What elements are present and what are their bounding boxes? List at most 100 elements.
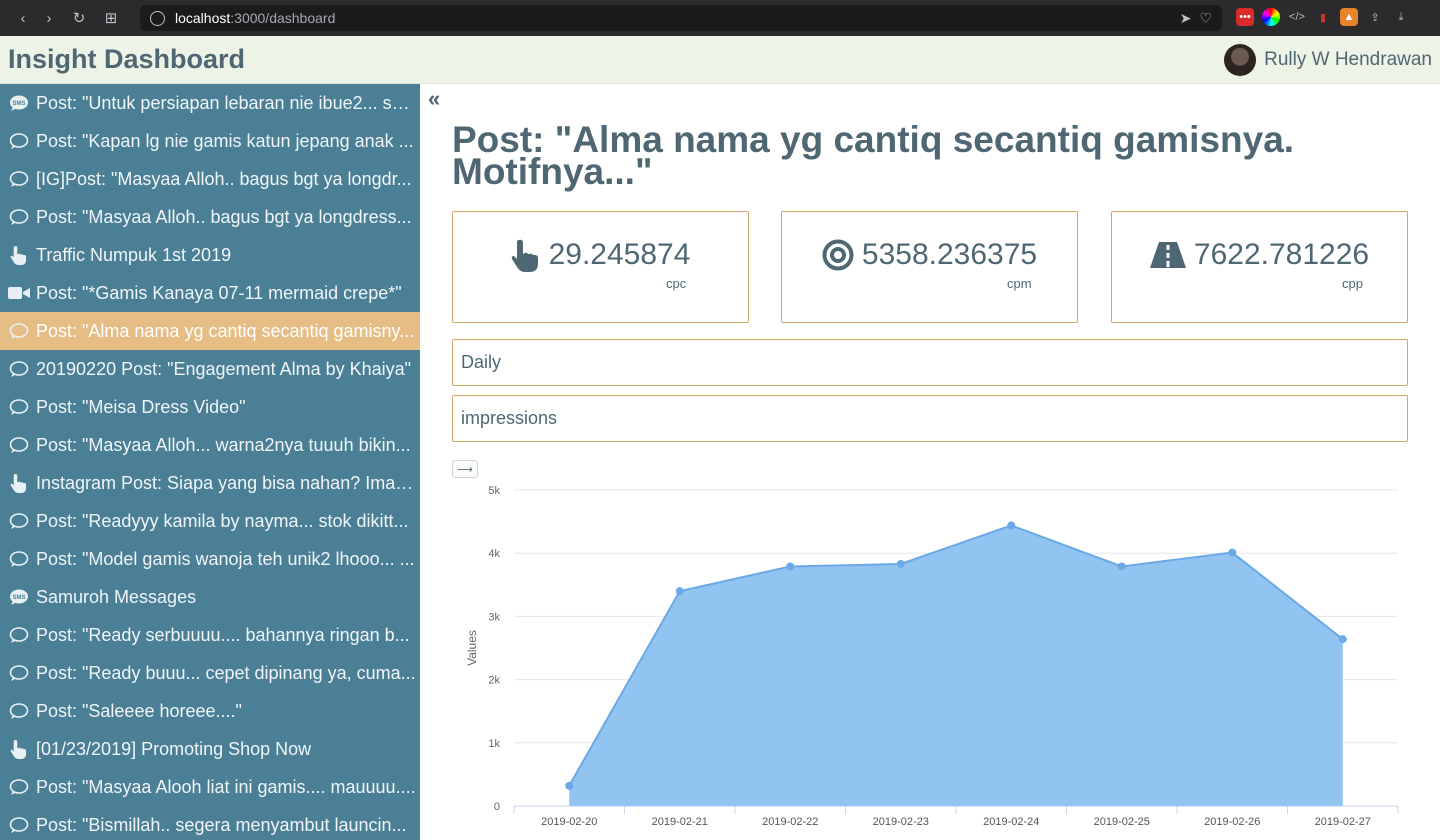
color-wheel-icon[interactable] bbox=[1262, 8, 1280, 26]
x-tick-label: 2019-02-24 bbox=[983, 816, 1039, 828]
y-tick-label: 2k bbox=[488, 675, 500, 687]
comment-icon bbox=[8, 664, 30, 682]
sidebar-item-label: Post: "Kapan lg nie gamis katun jepang a… bbox=[36, 130, 414, 151]
heart-icon[interactable]: ♡ bbox=[1199, 10, 1212, 27]
sidebar-item[interactable]: Post: "*Gamis Kanaya 07-11 mermaid crepe… bbox=[0, 274, 420, 312]
chart-toggle-button[interactable]: ⟶ bbox=[452, 460, 478, 478]
download-icon[interactable]: ⤓ bbox=[1392, 8, 1410, 26]
data-point[interactable] bbox=[675, 587, 684, 596]
app-title[interactable]: Insight Dashboard bbox=[8, 44, 245, 75]
sidebar-item-label: Post: "Saleeee horeee...." bbox=[36, 700, 242, 721]
metric-value-cpp: 7622.781226 bbox=[1193, 238, 1370, 271]
pointer-hand-icon bbox=[511, 239, 538, 272]
collapse-sidebar-icon[interactable]: « bbox=[428, 86, 440, 112]
sidebar-item[interactable]: Post: "Masyaa Alooh liat ini gamis.... m… bbox=[0, 768, 420, 806]
sidebar-item-label: Traffic Numpuk 1st 2019 bbox=[36, 244, 232, 265]
comment-icon bbox=[8, 170, 30, 188]
x-tick-label: 2019-02-20 bbox=[541, 816, 597, 828]
sidebar-item-label: Post: "Model gamis wanoja teh unik2 lhoo… bbox=[36, 548, 415, 569]
metric-value-cpm: 5358.236375 bbox=[861, 238, 1038, 271]
sidebar-item-label: Post: "*Gamis Kanaya 07-11 mermaid crepe… bbox=[36, 282, 402, 303]
sidebar-item[interactable]: SMS Post: "Untuk persiapan lebaran nie ib… bbox=[0, 84, 420, 122]
sidebar-item-label: Post: "Alma nama yg cantiq secantiq gami… bbox=[36, 320, 415, 341]
sidebar-item[interactable]: Post: "Ready buuu... cepet dipinang ya, … bbox=[0, 654, 420, 692]
metric-card-cpp: 7622.781226 cpp bbox=[1111, 211, 1408, 323]
x-tick-label: 2019-02-21 bbox=[652, 816, 708, 828]
page-title: Post: "Alma nama yg cantiq secantiq gami… bbox=[452, 119, 1295, 192]
comment-icon bbox=[8, 550, 30, 568]
metric-card-cpc: 29.245874 cpc bbox=[452, 211, 749, 323]
sidebar-item[interactable]: Post: "Alma nama yg cantiq secantiq gami… bbox=[0, 312, 420, 350]
app-header: Insight Dashboard Rully W Hendrawan bbox=[0, 36, 1440, 84]
bullseye-icon bbox=[822, 239, 854, 271]
sidebar-item-label: Post: "Ready serbuuuu.... bahannya ringa… bbox=[36, 624, 410, 645]
avatar[interactable] bbox=[1224, 44, 1257, 76]
y-tick-label: 4k bbox=[488, 548, 500, 560]
url-path: :3000/dashboard bbox=[230, 10, 336, 26]
svg-text:SMS: SMS bbox=[12, 101, 25, 107]
data-point[interactable] bbox=[1338, 635, 1347, 644]
tabs-grid-icon[interactable]: ⊞ bbox=[98, 5, 124, 31]
send-icon[interactable]: ➤ bbox=[1180, 10, 1192, 27]
globe-icon bbox=[150, 10, 165, 26]
back-icon[interactable]: ‹ bbox=[10, 5, 36, 31]
sidebar-item[interactable]: SMS Samuroh Messages bbox=[0, 578, 420, 616]
data-point[interactable] bbox=[1117, 562, 1126, 571]
sms-icon: SMS bbox=[8, 588, 30, 606]
x-tick-label: 2019-02-27 bbox=[1315, 816, 1371, 828]
sidebar-item[interactable]: [01/23/2019] Promoting Shop Now bbox=[0, 730, 420, 768]
address-bar[interactable]: localhost:3000/dashboard ➤ ♡ bbox=[140, 5, 1222, 31]
sidebar-item[interactable]: Instagram Post: Siapa yang bisa nahan? I… bbox=[0, 464, 420, 502]
user-menu[interactable]: Rully W Hendrawan bbox=[1224, 44, 1432, 76]
comment-icon bbox=[8, 816, 30, 834]
sidebar-item[interactable]: Post: "Masyaa Alloh... warna2nya tuuuh b… bbox=[0, 426, 420, 464]
data-point[interactable] bbox=[1007, 521, 1016, 530]
x-tick-label: 2019-02-25 bbox=[1094, 816, 1150, 828]
sidebar-item[interactable]: Post: "Model gamis wanoja teh unik2 lhoo… bbox=[0, 540, 420, 578]
sidebar-item[interactable]: Post: "Bismillah.. segera menyambut laun… bbox=[0, 806, 420, 840]
road-icon bbox=[1149, 242, 1186, 268]
comment-icon bbox=[8, 512, 30, 530]
data-point[interactable] bbox=[1228, 548, 1237, 557]
sidebar-item[interactable]: Post: "Readyyy kamila by nayma... stok d… bbox=[0, 502, 420, 540]
reload-icon[interactable]: ↻ bbox=[66, 5, 92, 31]
sidebar-item-label: Post: "Untuk persiapan lebaran nie ibue2… bbox=[36, 92, 416, 113]
sidebar-item[interactable]: Post: "Kapan lg nie gamis katun jepang a… bbox=[0, 122, 420, 160]
sidebar-item[interactable]: Post: "Ready serbuuuu.... bahannya ringa… bbox=[0, 616, 420, 654]
extension-marker-icon[interactable]: ▮ bbox=[1314, 8, 1332, 26]
metric-label-cpm: cpm bbox=[1007, 276, 1032, 291]
forward-icon[interactable]: › bbox=[36, 5, 62, 31]
sidebar-item-label: Samuroh Messages bbox=[36, 586, 197, 607]
pointer-hand-icon bbox=[8, 246, 30, 265]
fox-extension-icon[interactable]: ▲ bbox=[1340, 8, 1358, 26]
sidebar-item[interactable]: Post: "Meisa Dress Video" bbox=[0, 388, 420, 426]
y-tick-label: 3k bbox=[488, 611, 500, 623]
data-point[interactable] bbox=[786, 562, 795, 571]
extension-red-icon[interactable]: ••• bbox=[1236, 8, 1254, 26]
y-tick-label: 0 bbox=[494, 801, 500, 813]
sidebar-item[interactable]: Traffic Numpuk 1st 2019 bbox=[0, 236, 420, 274]
sidebar-item-label: Post: "Masyaa Alloh.. bagus bgt ya longd… bbox=[36, 206, 412, 227]
period-select[interactable]: Daily bbox=[452, 339, 1408, 386]
comment-icon bbox=[8, 208, 30, 226]
pointer-hand-icon bbox=[8, 740, 30, 759]
comment-icon bbox=[8, 436, 30, 454]
comment-icon bbox=[8, 360, 30, 378]
sidebar-item[interactable]: Post: "Saleeee horeee...." bbox=[0, 692, 420, 730]
url-host: localhost bbox=[175, 10, 231, 26]
share-icon[interactable]: ⇪ bbox=[1366, 8, 1384, 26]
sidebar-item[interactable]: [IG]Post: "Masyaa Alloh.. bagus bgt ya l… bbox=[0, 160, 420, 198]
sidebar-item[interactable]: Post: "Masyaa Alloh.. bagus bgt ya longd… bbox=[0, 198, 420, 236]
y-tick-label: 5k bbox=[488, 485, 500, 497]
data-point[interactable] bbox=[565, 781, 574, 790]
data-point[interactable] bbox=[896, 559, 905, 568]
metric-select[interactable]: impressions bbox=[452, 395, 1408, 442]
comment-icon bbox=[8, 398, 30, 416]
user-name[interactable]: Rully W Hendrawan bbox=[1264, 49, 1432, 71]
code-icon[interactable]: </> bbox=[1288, 8, 1306, 26]
sidebar-item-label: Post: "Ready buuu... cepet dipinang ya, … bbox=[36, 662, 416, 683]
y-tick-label: 1k bbox=[488, 738, 500, 750]
svg-text:SMS: SMS bbox=[12, 595, 25, 601]
metric-card-cpm: 5358.236375 cpm bbox=[781, 211, 1078, 323]
sidebar-item[interactable]: 20190220 Post: "Engagement Alma by Khaiy… bbox=[0, 350, 420, 388]
